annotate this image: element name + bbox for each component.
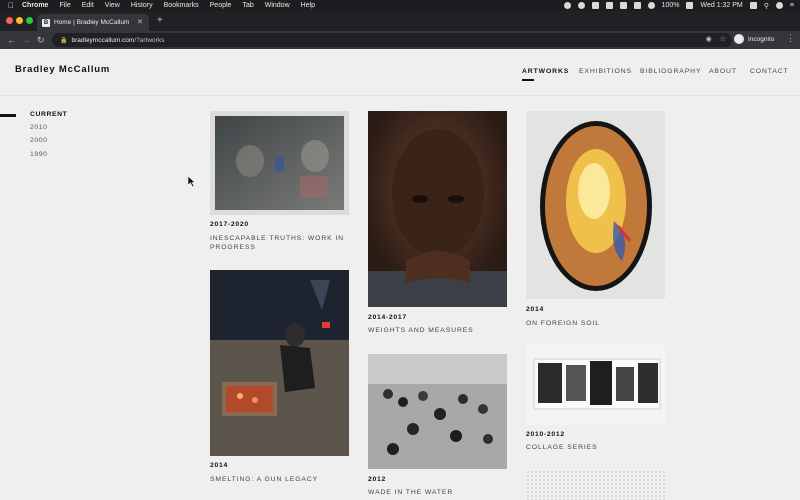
artwork-image-smelting[interactable] <box>210 270 349 456</box>
status-icon[interactable] <box>619 2 627 9</box>
tracking-eye-icon[interactable]: ◉ <box>706 35 712 43</box>
browser-toolbar: ← → ↻ 🔒 bradleymccallum.com /?artworks ◉… <box>0 31 800 49</box>
menu-history[interactable]: History <box>131 0 153 11</box>
zoom-window-button[interactable] <box>26 17 33 24</box>
active-nav-underline <box>522 79 534 81</box>
flag-icon[interactable] <box>749 2 757 9</box>
artwork-image-next[interactable] <box>526 470 665 500</box>
url-domain: bradleymccallum.com <box>71 36 135 44</box>
address-bar[interactable]: 🔒 bradleymccallum.com /?artworks ◉ ☆ <box>52 33 732 47</box>
photo-placeholder <box>368 111 507 307</box>
close-window-button[interactable] <box>6 17 13 24</box>
menu-window[interactable]: Window <box>265 0 290 11</box>
filter-1990[interactable]: 1990 <box>30 151 48 158</box>
nav-exhibitions[interactable]: EXHIBITIONS <box>579 68 632 75</box>
photo-placeholder <box>368 354 507 469</box>
filter-2010[interactable]: 2010 <box>30 124 48 131</box>
menu-edit[interactable]: Edit <box>82 0 94 11</box>
nav-about[interactable]: ABOUT <box>709 68 737 75</box>
photo-placeholder <box>540 121 652 291</box>
battery-percent[interactable]: 100% <box>662 2 680 9</box>
nav-artworks[interactable]: ARTWORKS <box>522 68 569 75</box>
minimize-window-button[interactable] <box>16 17 23 24</box>
forward-icon[interactable]: → <box>22 34 31 46</box>
menubar-clock[interactable]: Wed 1:32 PM <box>700 2 742 9</box>
artwork-year: 2014 <box>526 306 544 313</box>
artwork-image-wade-in-the-water[interactable] <box>368 354 507 469</box>
artwork-title[interactable]: ON FOREIGN SOIL <box>526 319 666 328</box>
artwork-title[interactable]: SMELTING: A GUN LEGACY <box>210 475 350 484</box>
new-tab-button[interactable]: + <box>157 15 163 26</box>
artwork-title[interactable]: COLLAGE SERIES <box>526 443 666 452</box>
menu-view[interactable]: View <box>105 0 120 11</box>
mouse-cursor-icon <box>188 176 196 187</box>
user-icon[interactable] <box>775 2 783 9</box>
artwork-year: 2012 <box>368 476 386 483</box>
status-icon[interactable] <box>563 2 571 9</box>
filter-current[interactable]: CURRENT <box>30 111 67 118</box>
tab-home[interactable]: B Home | Bradley McCallum ✕ <box>37 14 149 31</box>
artwork-title[interactable]: WEIGHTS AND MEASURES <box>368 326 508 335</box>
artwork-title[interactable]: WADE IN THE WATER <box>368 488 508 497</box>
battery-icon[interactable] <box>686 2 694 9</box>
tab-strip: B Home | Bradley McCallum ✕ + <box>0 11 800 31</box>
tab-title: Home | Bradley McCallum <box>54 19 130 26</box>
artwork-year: 2017-2020 <box>210 221 249 228</box>
artwork-year: 2010-2012 <box>526 431 565 438</box>
control-center-icon[interactable]: ≡ <box>790 2 794 9</box>
photo-placeholder <box>210 270 349 456</box>
incognito-label: Incognito <box>748 35 775 43</box>
menu-tab[interactable]: Tab <box>242 0 253 11</box>
apple-icon[interactable]:  <box>0 1 22 10</box>
artwork-image-on-foreign-soil[interactable] <box>526 111 665 299</box>
menu-people[interactable]: People <box>210 0 232 11</box>
incognito-indicator[interactable]: Incognito <box>734 34 774 44</box>
nav-contact[interactable]: CONTACT <box>750 68 789 75</box>
incognito-icon <box>734 34 744 44</box>
artwork-image-inescapable-truths[interactable] <box>210 111 349 215</box>
header-divider <box>0 95 800 96</box>
artwork-image-collage-series[interactable] <box>526 345 665 425</box>
url-path: /?artworks <box>134 36 165 44</box>
artwork-title[interactable]: INESCAPABLE TRUTHS: WORK IN PROGRESS <box>210 234 350 252</box>
menu-bookmarks[interactable]: Bookmarks <box>164 0 199 11</box>
artwork-image-weights-and-measures[interactable] <box>368 111 507 307</box>
spotlight-icon[interactable]: ⚲ <box>764 2 769 10</box>
artwork-year: 2014-2017 <box>368 314 407 321</box>
more-menu-icon[interactable]: ⋮ <box>786 33 795 44</box>
artwork-year: 2014 <box>210 462 228 469</box>
active-filter-marker <box>0 114 16 117</box>
bookmark-star-icon[interactable]: ☆ <box>720 35 726 43</box>
macos-menubar:  Chrome File Edit View History Bookmark… <box>0 0 800 11</box>
airplay-icon[interactable] <box>633 2 641 9</box>
site-title[interactable]: Bradley McCallum <box>15 64 110 75</box>
wifi-icon[interactable] <box>647 2 655 9</box>
close-tab-icon[interactable]: ✕ <box>137 18 143 26</box>
nav-bibliography[interactable]: BIBLIOGRAPHY <box>640 68 701 75</box>
photo-placeholder <box>215 116 344 210</box>
status-icon[interactable] <box>577 2 585 9</box>
menu-chrome[interactable]: Chrome <box>22 0 48 11</box>
menu-help[interactable]: Help <box>301 0 315 11</box>
status-icon[interactable] <box>605 2 613 9</box>
reload-icon[interactable]: ↻ <box>37 34 45 46</box>
status-icon[interactable] <box>591 2 599 9</box>
favicon-icon: B <box>42 18 50 27</box>
filter-2000[interactable]: 2000 <box>30 137 48 144</box>
back-icon[interactable]: ← <box>7 34 16 46</box>
lock-icon[interactable]: 🔒 <box>60 37 67 44</box>
menu-file[interactable]: File <box>59 0 70 11</box>
photo-placeholder <box>533 358 661 410</box>
